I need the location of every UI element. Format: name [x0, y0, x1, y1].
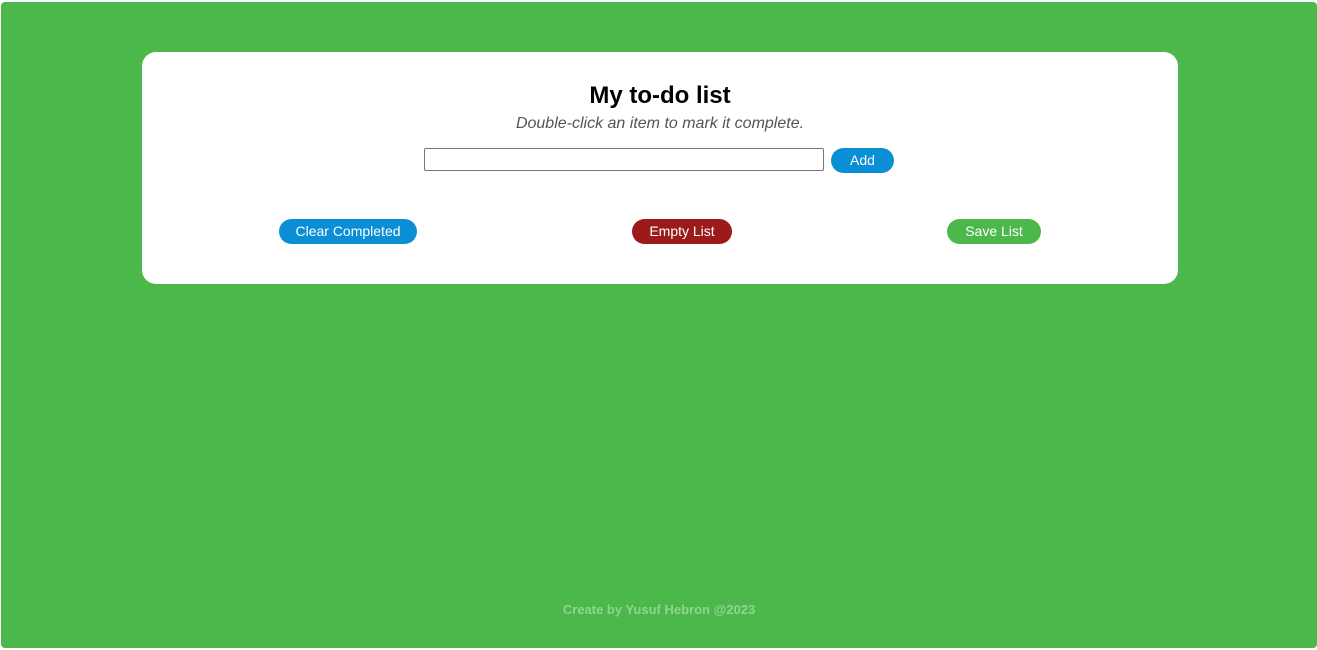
save-list-button[interactable]: Save List [947, 219, 1041, 244]
todo-card: My to-do list Double-click an item to ma… [142, 52, 1178, 284]
empty-list-button[interactable]: Empty List [632, 219, 732, 244]
clear-completed-button[interactable]: Clear Completed [279, 219, 417, 244]
instructions-text: Double-click an item to mark it complete… [515, 115, 805, 132]
page-title: My to-do list [589, 82, 731, 109]
footer-credit: Create by Yusuf Hebron @2023 [562, 602, 756, 617]
add-button[interactable]: Add [831, 148, 894, 173]
todo-input[interactable] [424, 148, 824, 171]
app-background: My to-do list Double-click an item to ma… [1, 2, 1317, 648]
